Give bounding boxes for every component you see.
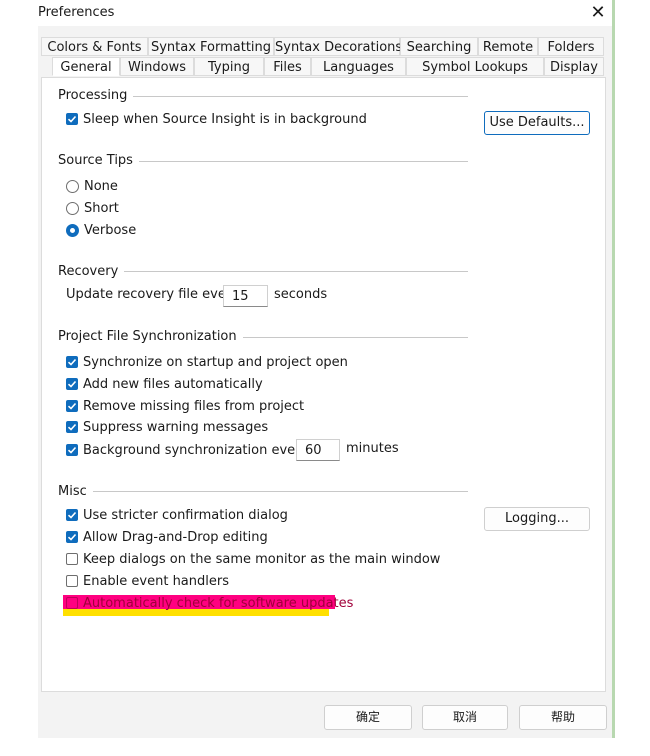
tab-display[interactable]: Display [544,57,604,76]
checkbox-unchecked-icon [66,553,78,565]
processing-group-label: Processing [58,88,134,103]
source-tips-verbose-radio[interactable]: Verbose [66,220,136,240]
checkbox-unchecked-icon [66,597,78,609]
radio-label: None [84,178,118,194]
remove-missing-files-checkbox[interactable]: Remove missing files from project [66,396,304,416]
background-sync-suffix: minutes [346,440,399,456]
checkbox-checked-icon [66,113,78,125]
checkbox-label: Background synchronization every [83,442,309,458]
checkbox-checked-icon [66,378,78,390]
cancel-button[interactable]: 取消 [422,705,508,730]
recovery-prefix-text: Update recovery file every [66,286,239,302]
radio-label: Short [84,200,119,216]
auto-check-updates-checkbox[interactable]: Automatically check for software updates [66,593,353,613]
checkbox-label: Remove missing files from project [83,398,305,414]
background-sync-checkbox[interactable]: Background synchronization every [66,440,308,460]
tab-symbol-lookups[interactable]: Symbol Lookups [406,57,544,76]
checkbox-label: Suppress warning messages [83,419,269,435]
tab-languages[interactable]: Languages [311,57,406,76]
checkbox-label: Automatically check for software updates [83,595,354,611]
group-divider [62,491,468,492]
sleep-in-background-label: Sleep when Source Insight is in backgrou… [83,111,367,127]
checkbox-label: Allow Drag-and-Drop editing [83,529,268,545]
misc-group-label: Misc [58,484,93,499]
tab-files[interactable]: Files [264,57,311,76]
preferences-window: Preferences ✕ Colors & Fonts Syntax Forma… [38,0,612,738]
tab-typing[interactable]: Typing [194,57,264,76]
suppress-warnings-checkbox[interactable]: Suppress warning messages [66,417,268,437]
source-tips-none-radio[interactable]: None [66,176,118,196]
checkbox-checked-icon [66,531,78,543]
use-defaults-button[interactable]: Use Defaults... [484,111,590,135]
sync-on-startup-checkbox[interactable]: Synchronize on startup and project open [66,352,348,372]
project-sync-group-label: Project File Synchronization [58,329,243,344]
close-icon[interactable]: ✕ [586,0,610,26]
radio-unchecked-icon [66,201,79,215]
window-title: Preferences [38,5,115,20]
checkbox-unchecked-icon [66,575,78,587]
source-tips-short-radio[interactable]: Short [66,198,119,218]
ok-button[interactable]: 确定 [324,705,412,730]
stricter-confirmation-checkbox[interactable]: Use stricter confirmation dialog [66,505,288,525]
tab-syntax-decorations[interactable]: Syntax Decorations [274,37,402,56]
checkbox-label: Synchronize on startup and project open [83,354,348,370]
checkbox-checked-icon [66,400,78,412]
tab-remote[interactable]: Remote [478,37,538,56]
radio-unchecked-icon [66,179,79,193]
background-sync-interval-input[interactable]: 60 [296,439,340,461]
add-new-files-checkbox[interactable]: Add new files automatically [66,374,263,394]
recovery-suffix-text: seconds [274,286,328,302]
help-button[interactable]: 帮助 [519,705,607,730]
title-bar: Preferences ✕ [38,0,612,26]
checkbox-checked-icon [66,356,78,368]
window-edge [612,0,615,738]
checkbox-label: Add new files automatically [83,376,263,392]
radio-label: Verbose [84,222,137,238]
radio-checked-icon [66,223,79,237]
sleep-in-background-checkbox[interactable]: Sleep when Source Insight is in backgrou… [66,109,367,129]
event-handlers-checkbox[interactable]: Enable event handlers [66,571,229,591]
tab-syntax-formatting[interactable]: Syntax Formatting [148,37,274,56]
logging-button[interactable]: Logging... [484,507,590,531]
checkbox-label: Keep dialogs on the same monitor as the … [83,551,441,567]
recovery-interval-input[interactable]: 15 [223,285,268,307]
tab-windows[interactable]: Windows [120,57,194,76]
checkbox-checked-icon [66,509,78,521]
keep-dialogs-same-monitor-checkbox[interactable]: Keep dialogs on the same monitor as the … [66,549,440,569]
tab-colors-fonts[interactable]: Colors & Fonts [41,37,148,56]
checkbox-checked-icon [66,444,78,456]
tab-folders[interactable]: Folders [538,37,604,56]
checkbox-label: Enable event handlers [83,573,229,589]
tab-general[interactable]: General [52,57,120,76]
drag-and-drop-checkbox[interactable]: Allow Drag-and-Drop editing [66,527,268,547]
recovery-group-label: Recovery [58,264,125,279]
source-tips-group-label: Source Tips [58,153,139,168]
checkbox-label: Use stricter confirmation dialog [83,507,288,523]
general-tab-panel: Processing Sleep when Source Insight is … [41,77,606,692]
checkbox-checked-icon [66,421,78,433]
tab-searching[interactable]: Searching [400,37,478,56]
